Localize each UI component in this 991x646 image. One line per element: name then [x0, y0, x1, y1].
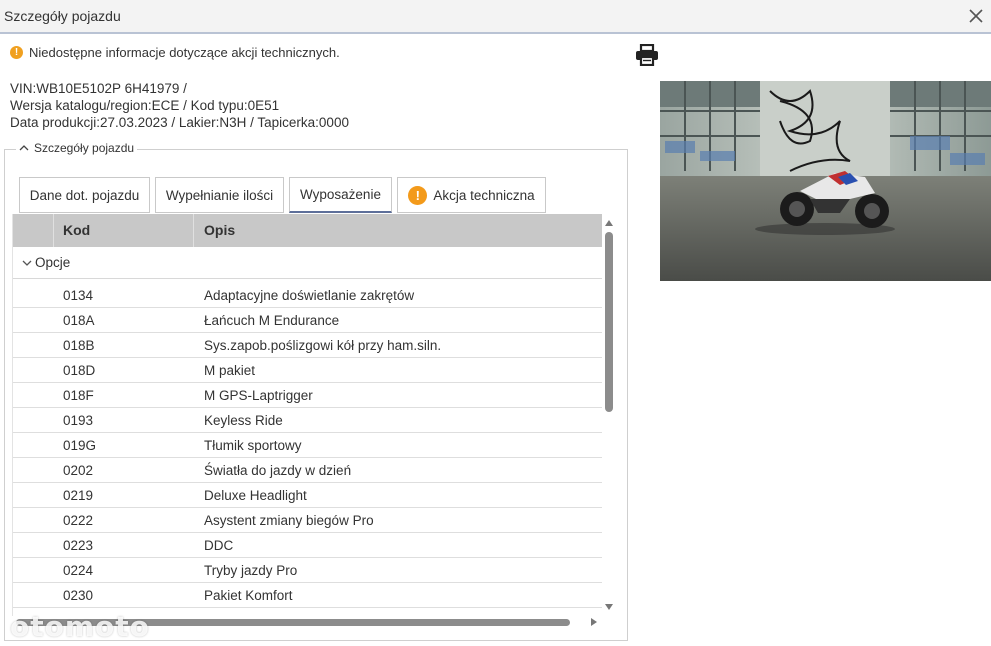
tab-label: Akcja techniczna — [433, 187, 535, 203]
cell-kod: 0223 — [63, 538, 94, 553]
cell-opis: Sys.zapob.poślizgowi kół przy ham.siln. — [204, 338, 442, 353]
column-header-kod[interactable]: Kod — [63, 214, 90, 247]
tab-equipment[interactable]: Wyposażenie — [289, 177, 392, 213]
section-toggle[interactable]: Szczegóły pojazdu — [16, 141, 138, 155]
cell-opis: Pakiet Komfort — [204, 588, 293, 603]
scroll-up-arrow-icon[interactable] — [605, 220, 613, 226]
production-line: Data produkcji:27.03.2023 / Lakier:N3H /… — [10, 115, 349, 130]
cell-kod: 019G — [63, 438, 97, 453]
watermark-logo: otomoto — [10, 610, 150, 643]
cell-opis: Keyless Ride — [204, 413, 283, 428]
grid-header: Kod Opis — [13, 214, 602, 247]
tab-label: Wyposażenie — [300, 187, 381, 202]
cell-opis: M GPS-Laptrigger — [204, 388, 313, 403]
cell-opis: M pakiet — [204, 363, 256, 378]
cell-kod: 0222 — [63, 513, 94, 528]
group-label: Opcje — [35, 255, 71, 270]
table-row[interactable]: 0193 Keyless Ride — [13, 408, 602, 433]
vin-line: VIN:WB10E5102P 6H41979 / — [10, 81, 187, 96]
cell-opis: Łańcuch M Endurance — [204, 313, 340, 328]
table-row[interactable]: 019G Tłumik sportowy — [13, 433, 602, 458]
table-row[interactable]: 0222 Asystent zmiany biegów Pro — [13, 508, 602, 533]
cell-kod: 018A — [63, 313, 95, 328]
cell-opis: Tryby jazdy Pro — [204, 563, 298, 578]
table-row[interactable]: 018A Łańcuch M Endurance — [13, 308, 602, 333]
scroll-down-arrow-icon[interactable] — [605, 604, 613, 610]
cell-opis: Światła do jazdy w dzień — [204, 463, 352, 478]
cell-opis: Adaptacyjne doświetlanie zakrętów — [204, 288, 415, 303]
cell-kod: 0193 — [63, 413, 94, 428]
group-row-options[interactable]: Opcje — [13, 247, 602, 279]
table-row[interactable]: 0202 Światła do jazdy w dzień — [13, 458, 602, 483]
warning-icon: ! — [10, 46, 23, 59]
section-label: Szczegóły pojazdu — [34, 141, 135, 155]
cell-kod: 0202 — [63, 463, 94, 478]
cell-kod: 0224 — [63, 563, 94, 578]
vehicle-info: VIN:WB10E5102P 6H41979 / Wersja katalogu… — [10, 80, 349, 131]
tab-label: Dane dot. pojazdu — [29, 187, 140, 203]
table-row[interactable]: 0224 Tryby jazdy Pro — [13, 558, 602, 583]
chevron-up-icon — [19, 145, 29, 151]
column-header-opis[interactable]: Opis — [204, 214, 235, 247]
chevron-down-icon — [22, 260, 32, 266]
table-row[interactable]: 0230 Pakiet Komfort — [13, 583, 602, 608]
tab-fill-quantities[interactable]: Wypełnianie ilości — [155, 177, 284, 213]
cell-kod: 0219 — [63, 488, 94, 503]
equipment-grid: Kod Opis Opcje 0134 Adaptacyjne doświetla… — [12, 214, 602, 616]
printer-icon[interactable] — [635, 44, 659, 66]
tab-vehicle-data[interactable]: Dane dot. pojazdu — [19, 177, 150, 213]
warning-icon: ! — [408, 185, 428, 205]
vertical-scrollbar[interactable] — [603, 216, 616, 612]
cell-kod: 0230 — [63, 588, 94, 603]
cell-kod: 018F — [63, 388, 94, 403]
scroll-right-arrow-icon[interactable] — [591, 618, 597, 626]
cell-opis: Deluxe Headlight — [204, 488, 307, 503]
table-row[interactable]: 018F M GPS-Laptrigger — [13, 383, 602, 408]
warning-message: ! Niedostępne informacje dotyczące akcji… — [10, 45, 340, 60]
cell-kod: 018D — [63, 363, 96, 378]
cell-opis: Tłumik sportowy — [204, 438, 302, 453]
table-row[interactable]: 0223 DDC — [13, 533, 602, 558]
cell-opis: Asystent zmiany biegów Pro — [204, 513, 374, 528]
tab-technical-action[interactable]: ! Akcja techniczna — [397, 177, 546, 213]
table-row[interactable]: 0134 Adaptacyjne doświetlanie zakrętów — [13, 283, 602, 308]
tab-label: Wypełnianie ilości — [165, 187, 274, 203]
close-icon[interactable] — [966, 6, 986, 26]
dialog-title: Szczegóły pojazdu — [4, 8, 121, 24]
table-row[interactable]: 018B Sys.zapob.poślizgowi kół przy ham.si… — [13, 333, 602, 358]
catalog-line: Wersja katalogu/region:ECE / Kod typu:0E… — [10, 98, 280, 113]
grid-rows: 0134 Adaptacyjne doświetlanie zakrętów 01… — [13, 283, 602, 608]
scroll-thumb[interactable] — [605, 232, 613, 412]
warning-text: Niedostępne informacje dotyczące akcji t… — [29, 45, 340, 60]
table-row[interactable]: 0219 Deluxe Headlight — [13, 483, 602, 508]
dialog-titlebar: Szczegóły pojazdu — [0, 0, 991, 34]
cell-opis: DDC — [204, 538, 234, 553]
table-row[interactable]: 018D M pakiet — [13, 358, 602, 383]
vehicle-photo — [660, 81, 991, 281]
cell-kod: 0134 — [63, 288, 94, 303]
cell-kod: 018B — [63, 338, 95, 353]
